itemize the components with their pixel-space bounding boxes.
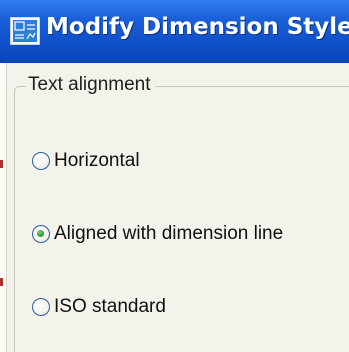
left-panel-edge bbox=[0, 63, 7, 352]
radio-button-selected[interactable] bbox=[32, 225, 50, 243]
group-label: Text alignment bbox=[26, 74, 155, 96]
window-title: Modify Dimension Style: S bbox=[46, 14, 349, 40]
radio-button[interactable] bbox=[32, 298, 50, 316]
edge-marker bbox=[0, 278, 3, 286]
edge-marker bbox=[0, 160, 3, 168]
radio-label: Horizontal bbox=[54, 150, 140, 171]
dialog-window: Modify Dimension Style: S Text alignment… bbox=[0, 0, 349, 352]
radio-button[interactable] bbox=[32, 152, 50, 170]
radio-iso-standard[interactable]: ISO standard bbox=[32, 294, 166, 320]
radio-horizontal[interactable]: Horizontal bbox=[32, 148, 140, 174]
radio-label: ISO standard bbox=[54, 296, 166, 317]
dimension-style-icon bbox=[10, 17, 40, 45]
radio-label: Aligned with dimension line bbox=[54, 223, 284, 244]
radio-aligned-with-dimension-line[interactable]: Aligned with dimension line bbox=[32, 221, 283, 247]
title-bar[interactable]: Modify Dimension Style: S bbox=[0, 0, 349, 63]
